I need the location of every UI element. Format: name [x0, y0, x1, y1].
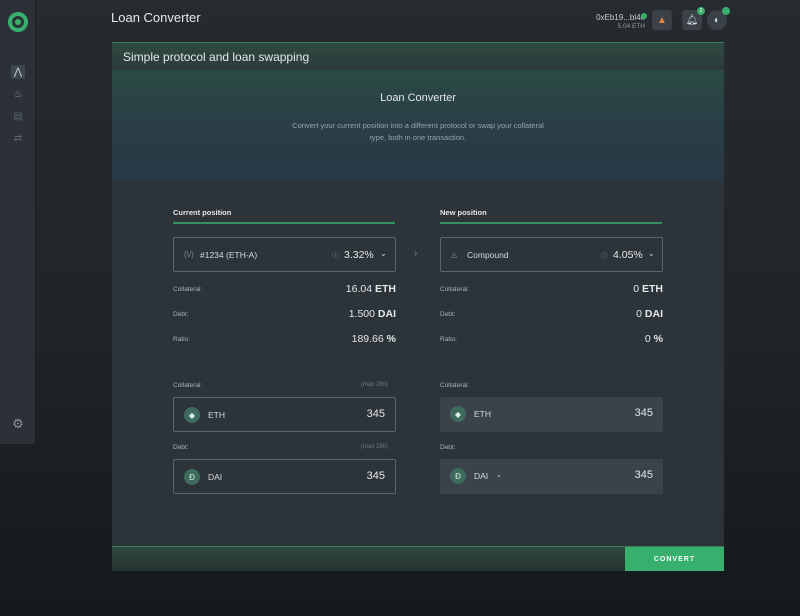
current-debt-label: Debt: — [173, 311, 189, 318]
current-debt-amount[interactable]: 345 — [367, 470, 385, 482]
account-info[interactable]: 0xEb19...bl4e 5.04 ETH — [583, 13, 645, 30]
new-position-title: New position — [440, 208, 487, 217]
current-debt-coin: DAI — [208, 472, 223, 482]
new-debt-amount[interactable]: 345 — [635, 469, 653, 481]
current-collateral-label: Collateral: — [173, 286, 203, 293]
theme-toggle-icon[interactable]: ◐ — [707, 7, 730, 30]
current-ratio-pct: 3.32% — [344, 249, 374, 261]
new-collateral-input[interactable]: ◆ ETH 345 — [440, 397, 663, 432]
chevron-right-icon: › — [414, 248, 418, 259]
chevron-down-icon[interactable]: ⌄ — [496, 471, 502, 479]
current-collateral-value: 16.04 ETH — [345, 283, 396, 295]
eth-icon: ◆ — [450, 406, 466, 422]
current-debt-value: 1.500 DAI — [348, 308, 396, 320]
notification-badge: 2 — [697, 7, 705, 15]
logo-icon[interactable] — [8, 12, 28, 32]
panel-header: Simple protocol and loan swapping — [112, 42, 724, 70]
metamask-fox-icon[interactable]: ▲ — [652, 10, 672, 30]
new-collateral-amount[interactable]: 345 — [635, 407, 653, 419]
current-collateral-input[interactable]: ◆ ETH 345 — [173, 397, 396, 432]
current-position-title: Current position — [173, 208, 232, 217]
dai-icon: Ð — [450, 468, 466, 484]
new-position-divider — [440, 222, 662, 224]
fire-icon[interactable]: ♨ — [11, 87, 25, 101]
new-debt-coin-select[interactable]: DAI — [474, 471, 488, 481]
new-ratio-label: Ratio: — [440, 336, 457, 343]
eth-icon: ◆ — [184, 407, 200, 423]
info-icon[interactable]: ⓘ — [332, 251, 339, 261]
maker-logo-icon: (\/) — [184, 250, 194, 259]
current-position-label: #1234 (ETH-A) — [200, 250, 258, 260]
new-ratio-value: 0 % — [644, 333, 663, 345]
current-debt-field-label: Debt: — [173, 444, 189, 451]
page-title: Loan Converter — [111, 10, 201, 25]
account-balance: 5.04 ETH — [617, 23, 645, 30]
theme-status-dot — [722, 7, 730, 15]
chart-icon[interactable]: ⋀ — [11, 65, 25, 79]
dai-icon: Ð — [184, 469, 200, 485]
new-collateral-label: Collateral: — [440, 286, 470, 293]
current-collateral-coin: ETH — [208, 410, 225, 420]
compound-logo-icon: ◬ — [451, 250, 458, 259]
new-collateral-coin: ETH — [474, 409, 491, 419]
wallet-icon[interactable]: ▤ — [11, 109, 25, 123]
new-collateral-field-label: Collateral: — [440, 382, 470, 389]
new-ratio-pct: 4.05% — [613, 249, 643, 261]
current-collateral-amount[interactable]: 345 — [367, 408, 385, 420]
hero-section: Loan Converter Convert your current posi… — [112, 70, 724, 180]
current-debt-input[interactable]: Ð DAI 345 — [173, 459, 396, 494]
current-collateral-max[interactable]: (max 280) — [361, 382, 388, 388]
sidebar: ⋀ ♨ ▤ ⇄ ⚙ — [0, 0, 36, 444]
new-debt-field-label: Debt: — [440, 444, 456, 451]
current-collateral-field-label: Collateral: — [173, 382, 203, 389]
current-position-select[interactable]: (\/) #1234 (ETH-A) ⓘ 3.32% ⌄ — [173, 237, 396, 272]
notifications-bell-icon[interactable]: 🔔︎ 2 — [682, 7, 705, 30]
current-position-divider — [173, 222, 395, 224]
current-ratio-label: Ratio: — [173, 336, 190, 343]
panel-header-title: Simple protocol and loan swapping — [123, 50, 310, 64]
current-ratio-value: 189.66 % — [351, 333, 396, 345]
swap-icon[interactable]: ⇄ — [11, 131, 25, 145]
chevron-down-icon: ⌄ — [648, 249, 655, 258]
loan-converter-panel: Simple protocol and loan swapping Loan C… — [112, 42, 724, 571]
current-debt-max[interactable]: (max 280) — [361, 444, 388, 450]
info-icon[interactable]: ⓘ — [601, 251, 608, 261]
new-debt-value: 0 DAI — [636, 308, 663, 320]
connected-status-dot — [641, 13, 647, 19]
new-position-label: Compound — [467, 250, 509, 260]
account-address: 0xEb19...bl4e — [596, 13, 645, 22]
hero-description: Convert your current position into a dif… — [292, 121, 544, 142]
new-debt-label: Debt: — [440, 311, 456, 318]
new-collateral-value: 0 ETH — [633, 283, 663, 295]
new-debt-input[interactable]: Ð DAI ⌄ 345 — [440, 459, 663, 494]
hero-title: Loan Converter — [380, 92, 456, 104]
convert-button[interactable]: CONVERT — [625, 547, 724, 571]
settings-gear-icon[interactable]: ⚙ — [11, 417, 25, 431]
new-position-select[interactable]: ◬ Compound ⓘ 4.05% ⌄ — [440, 237, 663, 272]
chevron-down-icon: ⌄ — [380, 249, 387, 258]
